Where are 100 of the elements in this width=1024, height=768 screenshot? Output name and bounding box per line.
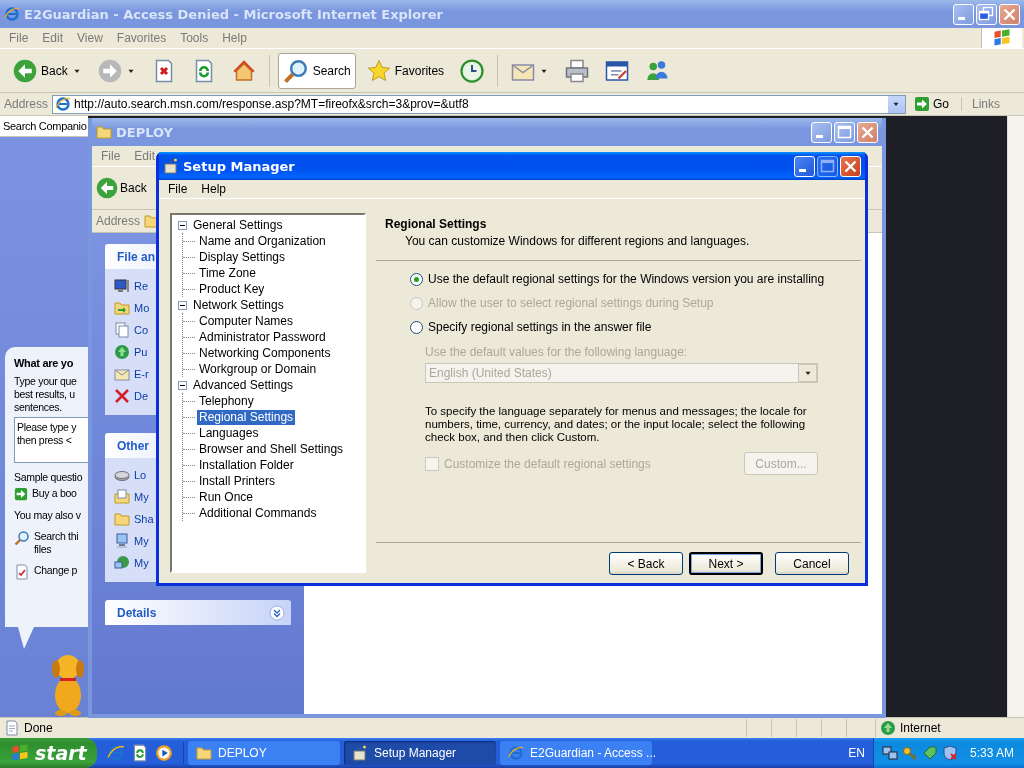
task-link[interactable]: Mo	[134, 302, 150, 314]
menu-item[interactable]: Favorites	[109, 29, 174, 47]
panel-header[interactable]: Details	[105, 600, 291, 625]
task-link[interactable]: My	[134, 557, 149, 569]
menu-item[interactable]: View	[70, 29, 110, 47]
question-heading: What are yo	[14, 357, 74, 369]
tree-item[interactable]: Name and Organization	[197, 233, 328, 249]
status-text: Done	[24, 721, 54, 735]
language-indicator[interactable]: EN	[840, 746, 873, 760]
window-title: DEPLOY	[116, 124, 175, 140]
links-label[interactable]: Links	[961, 97, 1020, 111]
taskbar-button[interactable]: Setup Manager	[344, 741, 496, 765]
favorites-button[interactable]: Favorites	[361, 52, 450, 89]
tree-item[interactable]: Install Printers	[197, 473, 278, 489]
tree-item[interactable]: Languages	[197, 425, 261, 441]
folder-arrow-icon	[114, 300, 130, 316]
menu-item[interactable]: File	[2, 29, 36, 47]
task-link[interactable]: Sha	[134, 513, 154, 525]
clock-icon	[460, 58, 485, 83]
tree-item[interactable]: Workgroup or Domain	[197, 361, 319, 377]
minimize-icon	[816, 134, 823, 138]
wizard-button[interactable]: Next >	[689, 552, 763, 575]
scrollbar[interactable]	[1007, 116, 1024, 717]
menu-item[interactable]: Help	[215, 29, 254, 47]
task-link[interactable]: My	[134, 535, 149, 547]
browser-icon	[107, 744, 125, 762]
sample-link[interactable]: Buy a boo	[32, 487, 77, 500]
option-link[interactable]: Search thi files	[34, 530, 79, 556]
option-link[interactable]: Change p	[34, 564, 78, 577]
checkbox-label: Customize the default regional settings	[444, 456, 651, 471]
tree-item[interactable]: Networking Components	[197, 345, 333, 361]
task-link[interactable]: De	[134, 390, 149, 402]
star-icon	[366, 58, 391, 83]
maximize-button[interactable]	[817, 155, 838, 177]
tree-item[interactable]: Product Key	[197, 281, 267, 297]
tree-item[interactable]: Network Settings	[191, 297, 286, 313]
collapse-toggle-icon[interactable]	[178, 300, 187, 310]
hint-text: best results, u	[14, 388, 75, 401]
tree-item[interactable]: Computer Names	[197, 313, 296, 329]
wizard-button[interactable]: Cancel	[775, 552, 849, 575]
option-label: Specify regional settings in the answer file	[428, 320, 652, 334]
close-button[interactable]	[840, 155, 861, 177]
task-link[interactable]: Re	[134, 280, 149, 292]
menu-item[interactable]: Help	[194, 180, 234, 198]
tree-item[interactable]: Advanced Settings	[191, 377, 296, 393]
task-link[interactable]: Co	[134, 324, 149, 336]
tree-item[interactable]: Time Zone	[197, 265, 258, 281]
envelope-icon	[114, 366, 130, 382]
key-icon	[901, 745, 918, 761]
wizard-box-icon	[163, 158, 179, 174]
question-field[interactable]: Please type y then press <	[14, 417, 88, 463]
pane-title: Search Companio	[0, 116, 88, 137]
collapse-toggle-icon[interactable]	[178, 380, 187, 390]
hint-text: sentences.	[14, 401, 62, 414]
menu-item[interactable]: File	[161, 180, 195, 198]
browser-icon	[55, 96, 72, 112]
menu-item[interactable]: File	[94, 147, 128, 165]
task-link[interactable]: E-r	[134, 368, 149, 380]
start-button[interactable]: start	[0, 738, 97, 768]
tree-item[interactable]: Additional Commands	[197, 505, 319, 521]
tree-item[interactable]: Display Settings	[197, 249, 288, 265]
quick-launch-icon[interactable]	[131, 744, 149, 762]
shield-cross-icon	[941, 745, 958, 761]
address-field[interactable]: http://auto.search.msn.com/response.asp?MT=fireofx&srch=3&prov=&utf8	[52, 94, 906, 114]
printer-icon	[565, 58, 590, 83]
radio-button[interactable]	[410, 320, 423, 334]
tree-item[interactable]: Run Once	[197, 489, 256, 505]
address-label: Address	[4, 97, 49, 111]
pages-icon	[114, 322, 130, 338]
menu-item[interactable]: Tools	[173, 29, 216, 47]
collapse-toggle-icon[interactable]	[178, 220, 187, 230]
right-arrow-icon	[913, 96, 930, 112]
browser-icon	[508, 745, 524, 761]
quick-launch-icon[interactable]	[107, 744, 125, 762]
tree-item[interactable]: Telephony	[197, 393, 256, 409]
minimize-icon	[799, 168, 806, 172]
minimize-button[interactable]	[794, 155, 815, 177]
taskbar-button[interactable]: DEPLOY	[188, 741, 340, 765]
radio-button[interactable]	[410, 272, 423, 286]
back-button[interactable]: Back	[94, 170, 149, 206]
tree-item[interactable]: Installation Folder	[197, 457, 296, 473]
task-link[interactable]: Pu	[134, 346, 148, 358]
task-link[interactable]: My	[134, 491, 149, 503]
go-button[interactable]: Go	[909, 96, 957, 112]
task-link[interactable]: Lo	[134, 469, 147, 481]
folder-icon	[196, 745, 212, 761]
menu-item[interactable]: Edit	[35, 29, 71, 47]
tree-item[interactable]: Administrator Password	[197, 329, 328, 345]
tree-item[interactable]: Regional Settings	[197, 409, 296, 425]
wizard-button[interactable]: < Back	[609, 552, 683, 575]
address-label: Address	[96, 214, 141, 228]
tree-item[interactable]: General Settings	[191, 217, 285, 233]
search-button[interactable]: Search	[277, 52, 356, 89]
tree-item[interactable]: Browser and Shell Settings	[197, 441, 346, 457]
search-icon	[282, 57, 309, 84]
quick-launch-icon[interactable]	[155, 744, 173, 762]
instruction-text: To specify the language separately for menus and messages; the locale for numbers, time, currency, and dates; or the input locale; select the following check box, and then click Custom.	[425, 405, 808, 444]
window-title: E2Guardian - Access Denied - Microsoft Internet Explorer	[24, 6, 444, 22]
back-button[interactable]: Back	[8, 52, 87, 89]
chevron-icon	[269, 604, 285, 621]
